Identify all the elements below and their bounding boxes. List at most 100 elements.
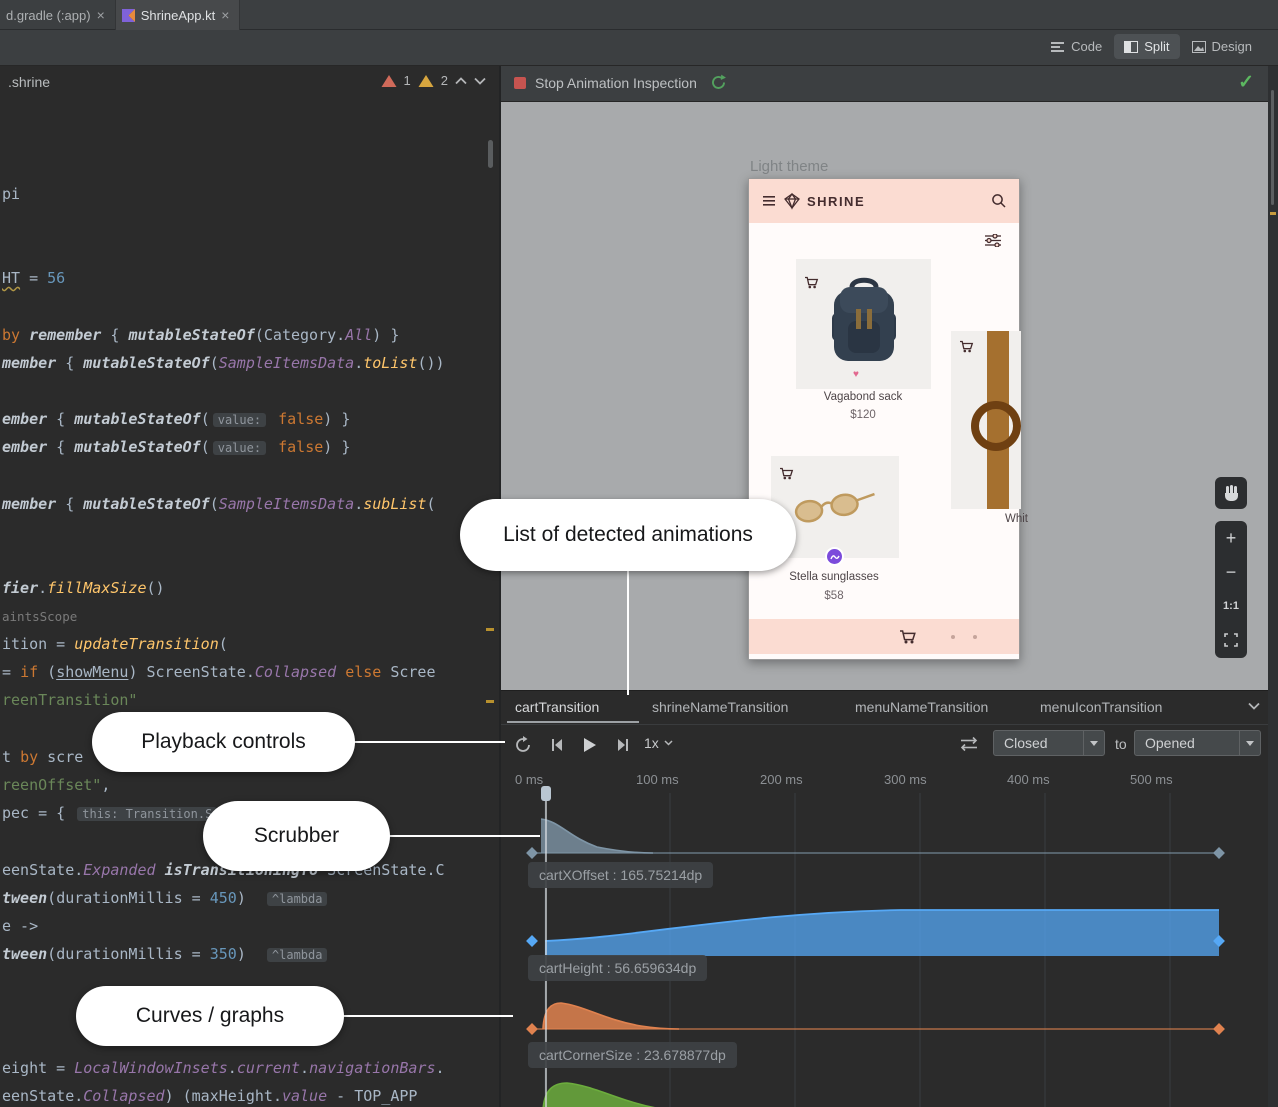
play-from-start-button[interactable] bbox=[510, 732, 536, 758]
heart-badge-icon: ♥ bbox=[853, 369, 859, 380]
code-line[interactable]: tween(durationMillis = 450) ^lambda bbox=[2, 885, 330, 911]
view-mode-switcher: Code Split Design bbox=[1041, 34, 1262, 59]
product-name: Vagabond sack bbox=[824, 391, 902, 403]
play-button[interactable] bbox=[577, 732, 603, 758]
view-mode-split[interactable]: Split bbox=[1114, 34, 1179, 59]
keyframe-diamond bbox=[526, 847, 538, 859]
page-dot bbox=[951, 635, 955, 639]
from-state-dropdown[interactable]: Closed bbox=[993, 730, 1105, 756]
code-line[interactable]: fier.fillMaxSize() bbox=[2, 575, 165, 601]
cart-icon bbox=[899, 628, 917, 644]
speed-value: 1x bbox=[644, 735, 659, 751]
code-line[interactable]: member { mutableStateOf(SampleItemsData.… bbox=[2, 350, 445, 376]
fit-screen-icon bbox=[1224, 633, 1238, 647]
go-to-end-button[interactable] bbox=[610, 732, 636, 758]
design-view-icon bbox=[1192, 41, 1206, 53]
add-to-cart-icon bbox=[804, 275, 819, 289]
curve-green-partial bbox=[543, 1083, 691, 1107]
skip-next-icon bbox=[616, 738, 630, 752]
view-mode-design[interactable]: Design bbox=[1182, 34, 1262, 59]
swap-states-icon[interactable] bbox=[958, 736, 980, 752]
code-line[interactable]: by remember { mutableStateOf(Category.Al… bbox=[2, 322, 399, 348]
sunglasses-image bbox=[791, 489, 878, 529]
split-divider[interactable] bbox=[499, 66, 501, 1107]
play-icon bbox=[582, 737, 598, 753]
stop-icon bbox=[514, 77, 526, 89]
view-mode-design-label: Design bbox=[1212, 39, 1252, 54]
product-name: Stella sunglasses bbox=[789, 571, 879, 583]
stop-label: Stop Animation Inspection bbox=[535, 75, 697, 91]
filter-tune-icon bbox=[985, 234, 1001, 247]
search-icon bbox=[991, 193, 1007, 209]
shrine-app-preview: SHRINE bbox=[748, 178, 1020, 660]
playback-speed-selector[interactable]: 1x bbox=[644, 735, 673, 751]
code-view-icon bbox=[1051, 41, 1065, 53]
restart-icon bbox=[514, 736, 532, 754]
code-line[interactable]: member { mutableStateOf(SampleItemsData.… bbox=[2, 491, 436, 517]
keyframe-diamond bbox=[526, 1023, 538, 1035]
brand-badge-icon bbox=[825, 547, 844, 566]
product-name-partial: Whit bbox=[1005, 513, 1028, 525]
code-line[interactable]: aintsScope bbox=[2, 603, 77, 629]
panel-scrollbar-strip bbox=[1268, 66, 1278, 1107]
code-line[interactable]: eight = LocalWindowInsets.current.naviga… bbox=[2, 1055, 445, 1081]
warning-stripe-mark[interactable] bbox=[486, 700, 494, 703]
shrine-diamond-logo bbox=[783, 192, 801, 210]
callout-connector bbox=[385, 835, 540, 837]
dropdown-arrow-icon bbox=[1083, 731, 1104, 755]
view-mode-split-label: Split bbox=[1144, 39, 1169, 54]
product-price: $120 bbox=[850, 409, 876, 421]
code-line[interactable]: HT = 56 bbox=[2, 265, 65, 291]
curve-cartxoffset bbox=[526, 819, 1225, 859]
code-line[interactable]: eenState.Collapsed) (maxHeight.value - T… bbox=[2, 1083, 417, 1107]
to-state-value: Opened bbox=[1135, 731, 1239, 755]
curve-label-cartheight: cartHeight : 56.659634dp bbox=[528, 955, 707, 981]
zoom-in-button[interactable]: + bbox=[1215, 521, 1247, 555]
to-state-dropdown[interactable]: Opened bbox=[1134, 730, 1261, 756]
code-line[interactable]: reenTransition" bbox=[2, 687, 137, 713]
animation-tab-menunametransition[interactable]: menuNameTransition bbox=[855, 699, 988, 715]
refresh-icon[interactable] bbox=[710, 74, 727, 91]
zoom-out-button[interactable]: − bbox=[1215, 555, 1247, 589]
from-state-value: Closed bbox=[994, 731, 1083, 755]
scrollbar-thumb[interactable] bbox=[1271, 90, 1274, 205]
go-to-start-button[interactable] bbox=[544, 732, 570, 758]
pan-tool-button[interactable] bbox=[1215, 477, 1247, 509]
shrine-bottom-bar bbox=[749, 619, 1019, 654]
code-line[interactable]: t by scre bbox=[2, 744, 83, 770]
callout-connector bbox=[350, 741, 505, 743]
zoom-to-fit-button[interactable] bbox=[1215, 623, 1247, 657]
editor-scrollbar[interactable] bbox=[488, 140, 493, 168]
code-line[interactable]: pec = { this: Transition.S bbox=[2, 800, 220, 826]
code-line[interactable]: pi bbox=[2, 181, 20, 207]
code-line[interactable]: = if (showMenu) ScreenState.Collapsed el… bbox=[2, 659, 436, 685]
curve-cartheight bbox=[526, 910, 1225, 956]
shrine-brand: SHRINE bbox=[807, 194, 865, 209]
animation-tab-menuicontransition[interactable]: menuIconTransition bbox=[1040, 699, 1162, 715]
code-line[interactable]: ition = updateTransition( bbox=[2, 631, 228, 657]
warning-stripe-mark[interactable] bbox=[486, 628, 494, 631]
selected-tab-underline bbox=[507, 721, 639, 723]
code-line[interactable]: e -> bbox=[2, 913, 38, 939]
code-line[interactable]: ember { mutableStateOf(value: false) } bbox=[2, 434, 350, 460]
chevron-down-icon[interactable] bbox=[1248, 702, 1260, 710]
animation-tab-shrinenametransition[interactable]: shrineNameTransition bbox=[652, 699, 788, 715]
stop-animation-inspection-button[interactable]: Stop Animation Inspection bbox=[514, 74, 727, 91]
theme-label: Light theme bbox=[750, 158, 828, 175]
code-line[interactable]: ember { mutableStateOf(value: false) } bbox=[2, 406, 350, 432]
keyframe-diamond bbox=[1213, 1023, 1225, 1035]
curve-label-cartcornersize: cartCornerSize : 23.678877dp bbox=[528, 1042, 737, 1068]
callout-playback-controls: Playback controls bbox=[92, 712, 355, 772]
stripe-mark bbox=[1270, 212, 1276, 215]
scrubber-handle[interactable] bbox=[541, 786, 551, 801]
view-mode-code-label: Code bbox=[1071, 39, 1102, 54]
code-area[interactable]: pi HT = 56 by remember { mutableStateOf(Ca… bbox=[0, 0, 498, 1107]
product-price: $58 bbox=[824, 590, 843, 602]
backpack-image bbox=[826, 275, 902, 367]
code-line[interactable]: reenOffset", bbox=[2, 772, 110, 798]
view-mode-code[interactable]: Code bbox=[1041, 34, 1112, 59]
code-line[interactable]: tween(durationMillis = 350) ^lambda bbox=[2, 941, 330, 967]
animation-tab-carttransition[interactable]: cartTransition bbox=[515, 699, 599, 715]
belt-image bbox=[951, 331, 1021, 509]
zoom-100-button[interactable]: 1:1 bbox=[1215, 589, 1247, 623]
